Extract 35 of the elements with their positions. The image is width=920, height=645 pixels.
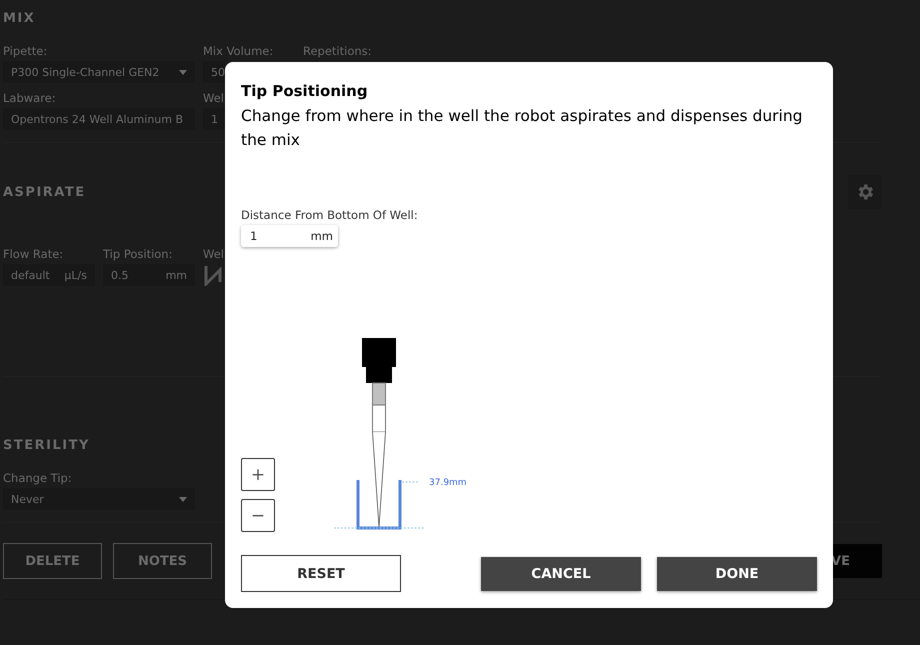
field-label: Mix Volume: xyxy=(203,44,274,58)
field-label: Flow Rate: xyxy=(3,247,64,261)
done-button[interactable]: DONE xyxy=(657,556,817,590)
field-label: Pipette: xyxy=(3,44,48,58)
input-field[interactable]: 1 xyxy=(203,108,225,130)
field-label: Tip Position: xyxy=(103,247,172,261)
well-order-icon[interactable] xyxy=(203,264,223,286)
input-field[interactable]: Opentrons 24 Well Aluminum B xyxy=(3,108,195,130)
increment-button[interactable]: + xyxy=(241,458,275,491)
well-drawing xyxy=(356,480,402,530)
action-button[interactable]: NOTES xyxy=(113,543,212,579)
field-label: Repetitions: xyxy=(303,44,372,58)
reset-button[interactable]: RESET xyxy=(241,555,401,592)
dropdown-field[interactable]: P300 Single-Channel GEN2 xyxy=(3,61,195,83)
input-field[interactable]: default µL/s xyxy=(3,264,95,286)
dropdown-field[interactable]: Never xyxy=(3,488,195,510)
decrement-button[interactable]: − xyxy=(241,499,275,532)
section-title: STERILITY xyxy=(3,438,90,452)
field-label: Distance From Bottom Of Well: xyxy=(241,208,419,222)
action-button[interactable]: DELETE xyxy=(3,543,102,579)
section-title: MIX xyxy=(3,10,36,26)
dialog-description: Change from where in the well the robot aspirates and dispenses during the mix xyxy=(241,106,804,151)
cancel-button[interactable]: CANCEL xyxy=(481,556,641,590)
dialog-title: Tip Positioning xyxy=(241,82,369,100)
field-label: Wel xyxy=(203,247,224,261)
caret-icon xyxy=(179,496,187,502)
input-field[interactable]: 50 xyxy=(203,61,225,83)
well-depth-label: 37.9mm xyxy=(429,478,467,488)
field-label: Wel xyxy=(203,91,224,105)
section-title: ASPIRATE xyxy=(3,184,86,200)
field-label: Labware: xyxy=(3,91,56,105)
field-label: Change Tip: xyxy=(3,471,72,485)
input-field[interactable]: 0.5 mm xyxy=(103,264,195,286)
distance-field[interactable]: 1 mm xyxy=(241,225,338,247)
caret-icon xyxy=(179,70,187,74)
